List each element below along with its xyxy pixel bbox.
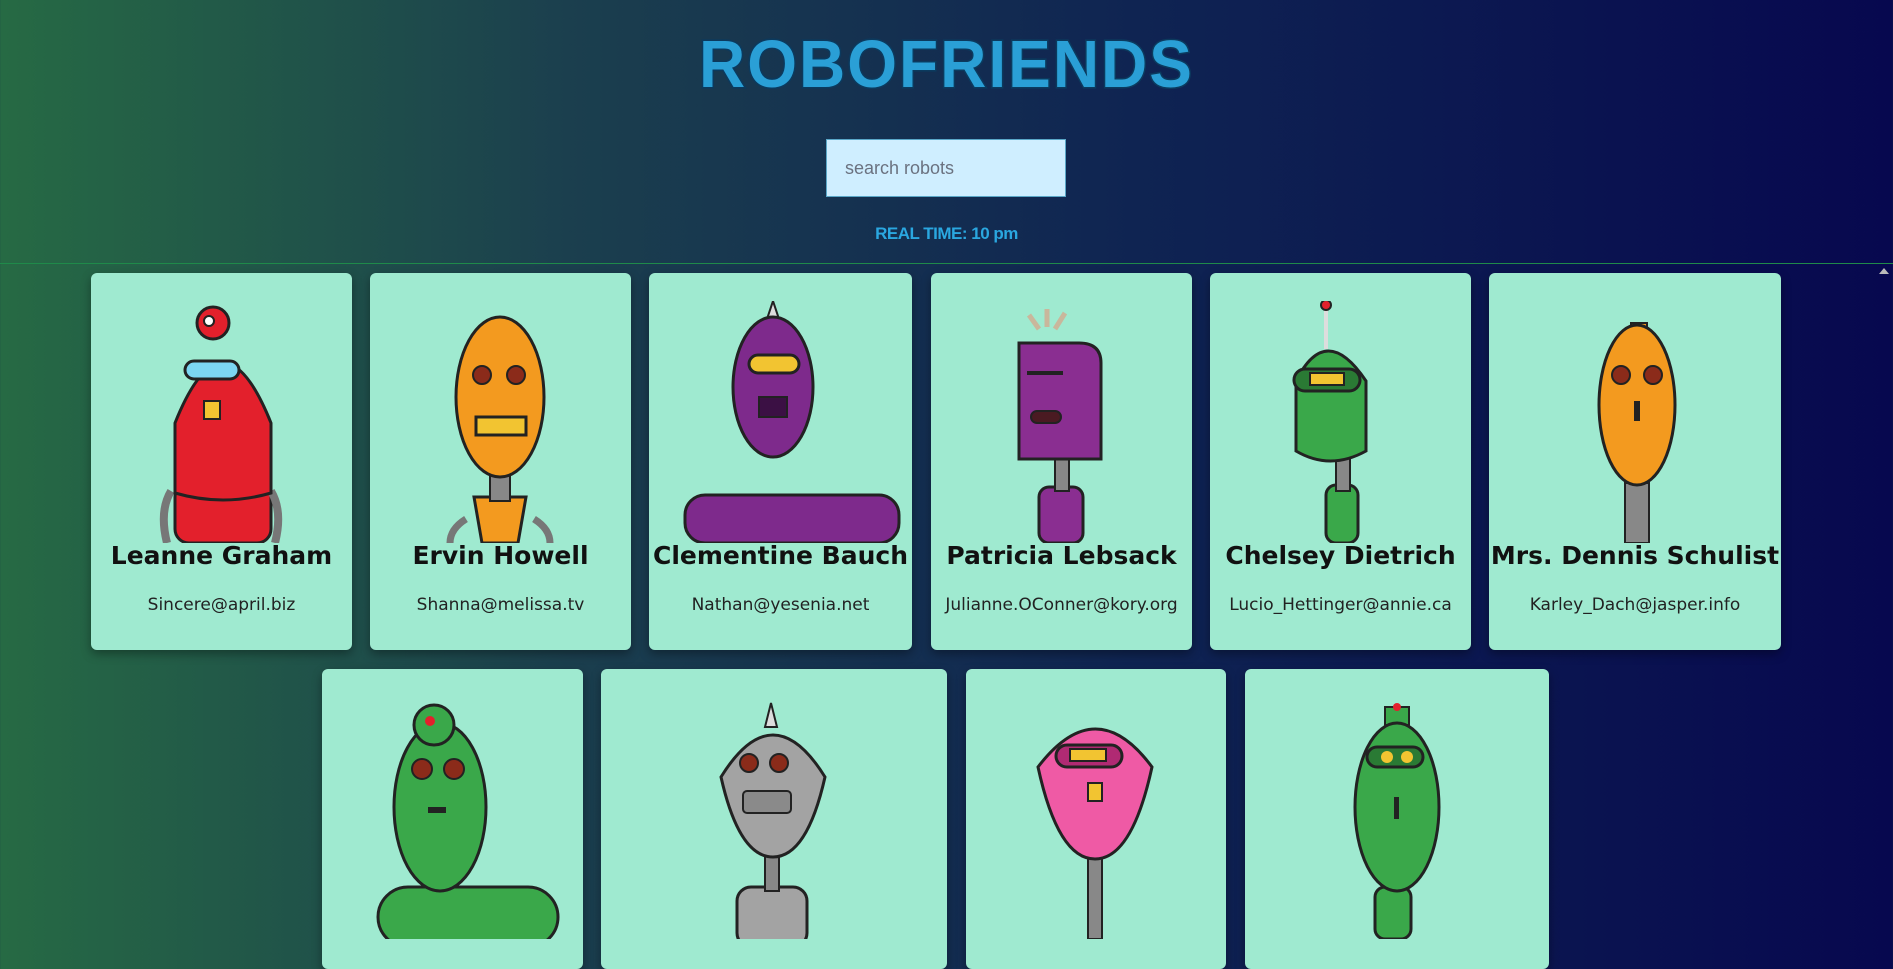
robot-card[interactable]: Mrs. Dennis Schulist Karley_Dach@jasper.…: [1489, 273, 1781, 650]
robot-card[interactable]: [601, 669, 947, 969]
robot-email: Julianne.OConner@kory.org: [945, 595, 1178, 615]
robot-avatar-purple: [683, 301, 901, 543]
robot-name: Patricia Lebsack: [946, 541, 1177, 570]
robot-card[interactable]: Ervin Howell Shanna@melissa.tv: [370, 273, 631, 650]
robot-card[interactable]: Leanne Graham Sincere@april.biz: [91, 273, 352, 650]
robot-card[interactable]: Chelsey Dietrich Lucio_Hettinger@annie.c…: [1210, 273, 1471, 650]
robot-email: Shanna@melissa.tv: [416, 595, 585, 615]
robot-card[interactable]: [1245, 669, 1549, 969]
robot-card[interactable]: [966, 669, 1226, 969]
robot-avatar-green-hat: [1353, 703, 1441, 939]
robot-avatar-orange: [446, 315, 554, 543]
robot-card[interactable]: [322, 669, 583, 969]
robot-name: Ervin Howell: [412, 541, 589, 570]
robot-email: Sincere@april.biz: [147, 595, 296, 615]
robot-avatar-purple-box: [1017, 309, 1103, 543]
scrollbar[interactable]: [1876, 264, 1893, 935]
realtime-clock: REAL TIME: 10 pm: [875, 224, 1018, 243]
robot-avatar-red: [159, 305, 283, 543]
robot-email: Karley_Dach@jasper.info: [1529, 595, 1741, 615]
robot-avatar-green-antenna: [1292, 301, 1368, 543]
robot-name: Mrs. Dennis Schulist: [1490, 541, 1780, 570]
robot-card[interactable]: Clementine Bauch Nathan@yesenia.net: [649, 273, 912, 650]
robot-email: Lucio_Hettinger@annie.ca: [1229, 595, 1452, 615]
robot-card[interactable]: Patricia Lebsack Julianne.OConner@kory.o…: [931, 273, 1192, 650]
scroll-up-icon[interactable]: [1879, 268, 1889, 274]
robot-name: Leanne Graham: [110, 541, 333, 570]
robot-avatar-grey: [719, 702, 827, 939]
robot-avatar-green-round: [376, 703, 560, 939]
app-title: ROBOFRIENDS: [698, 25, 1194, 104]
robot-avatar-pink: [1036, 727, 1154, 939]
robot-email: Nathan@yesenia.net: [691, 595, 870, 615]
robot-name: Clementine Bauch: [653, 541, 908, 570]
header: ROBOFRIENDS REAL TIME: 10 pm: [0, 0, 1893, 264]
robot-name: Chelsey Dietrich: [1225, 541, 1456, 570]
robot-avatar-orange-slim: [1597, 322, 1677, 543]
search-input[interactable]: [826, 139, 1066, 197]
